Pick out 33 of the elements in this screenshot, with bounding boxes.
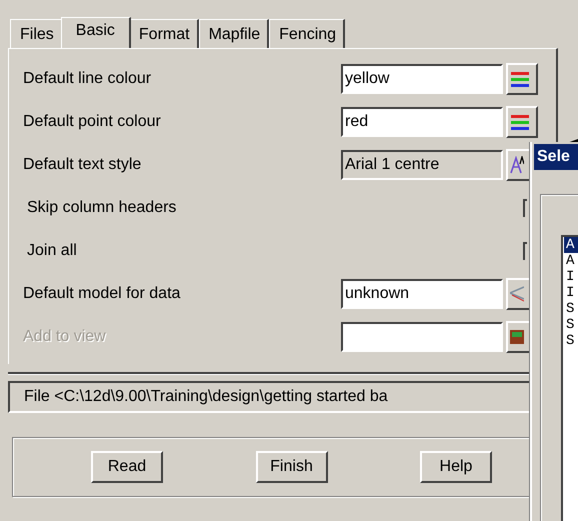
- picker-button[interactable]: [506, 106, 538, 138]
- dialog-button[interactable]: Read: [91, 451, 163, 483]
- list-item[interactable]: A: [564, 237, 578, 253]
- tab[interactable]: Fencing: [269, 19, 346, 48]
- dialog-button[interactable]: Help: [420, 451, 492, 483]
- list-item[interactable]: A: [564, 253, 578, 269]
- list-item[interactable]: I: [564, 269, 578, 285]
- tab[interactable]: Format: [128, 19, 199, 48]
- field-label: Default text style: [23, 156, 142, 174]
- checkbox-edge[interactable]: [523, 198, 527, 216]
- field-label: Default model for data: [23, 284, 182, 302]
- field-label: Default point colour: [23, 112, 162, 130]
- input-field[interactable]: unknown: [341, 278, 503, 308]
- field-label: Skip column headers: [26, 198, 178, 216]
- list-item[interactable]: S: [564, 301, 578, 317]
- text-style-icon: [510, 156, 524, 174]
- field-label: Default line colour: [23, 70, 152, 88]
- list-item[interactable]: S: [564, 333, 578, 349]
- list-item[interactable]: S: [564, 317, 578, 333]
- field-label: Join all: [26, 242, 78, 260]
- dialog-title: Sele: [534, 144, 578, 170]
- input-field[interactable]: red: [341, 106, 503, 136]
- input-field[interactable]: [341, 322, 503, 352]
- input-field[interactable]: yellow: [341, 64, 503, 94]
- checkbox-edge[interactable]: [523, 242, 527, 260]
- tab[interactable]: Basic: [60, 17, 131, 48]
- view-icon: [510, 330, 524, 344]
- tab[interactable]: Mapfile: [198, 19, 270, 48]
- dialog-button[interactable]: Finish: [256, 451, 328, 483]
- list-item[interactable]: I: [564, 285, 578, 301]
- picker-button[interactable]: [506, 62, 538, 94]
- input-field[interactable]: Arial 1 centre: [341, 150, 503, 180]
- model-icon: [510, 286, 524, 302]
